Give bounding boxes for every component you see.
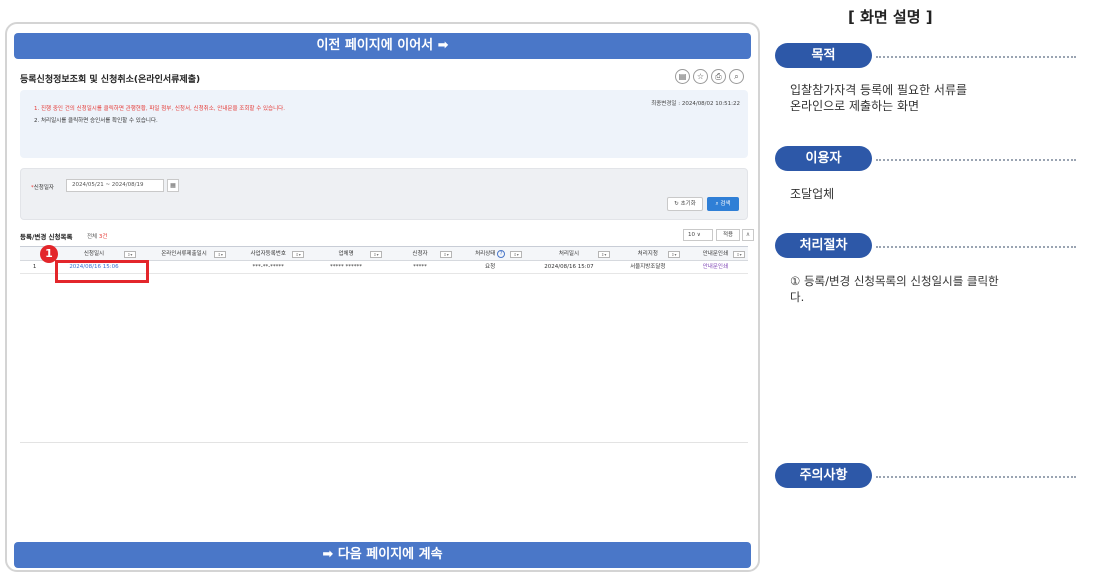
- application-grid: 신청일시 ⇕▾ 온라인서류제출일시 ⇕▾ 사업자등록번호 ⇕▾ 업체명 ⇕▾ 신청자 ⇕▾…: [20, 246, 748, 274]
- caution-label: 주의사항: [775, 463, 872, 488]
- grid-bottom-divider: [20, 442, 748, 443]
- date-label: *신청일자: [31, 185, 54, 191]
- collapse-icon[interactable]: ∧: [742, 229, 754, 241]
- search-button[interactable]: ⌕ 검색: [707, 197, 739, 211]
- col-header-bizno[interactable]: 사업자등록번호 ⇕▾: [229, 247, 307, 260]
- procedure-divider: [876, 246, 1076, 248]
- title-toolbar: ▤ ☆ ⎙ ⌕: [675, 69, 744, 84]
- col-header-company[interactable]: 업체명 ⇕▾: [307, 247, 385, 260]
- table-row: 1 2024/08/16 15:06 ***-**-***** ***** **…: [20, 261, 748, 274]
- zoom-icon[interactable]: ⌕: [729, 69, 744, 84]
- applicant-cell: *****: [413, 264, 427, 270]
- procedure-text: ① 등록/변경 신청목록의 신청일시를 클릭한 다.: [790, 274, 999, 304]
- purpose-label: 목적: [775, 43, 872, 68]
- company-cell: ***** ******: [330, 264, 363, 270]
- col-header-print[interactable]: 안내문인쇄 ⇕▾: [683, 247, 748, 260]
- list-count: 전체 3건: [87, 234, 108, 240]
- col-header-apply-datetime[interactable]: 신청일시 ⇕▾: [49, 247, 139, 260]
- row-number: 1: [32, 264, 37, 270]
- sort-icon[interactable]: ⇕▾: [510, 251, 523, 258]
- page-size-select[interactable]: 10 ∨: [683, 229, 713, 241]
- apply-datetime-link[interactable]: 2024/08/16 15:06: [49, 261, 139, 273]
- step-marker: 1: [40, 245, 58, 263]
- sort-icon[interactable]: ⇕▾: [123, 251, 136, 258]
- col-header-process-datetime[interactable]: 처리일시 ⇕▾: [525, 247, 613, 260]
- continue-to-next-banner: ➡ 다음 페이지에 계속: [14, 542, 751, 568]
- notice-box: 최종변경일 : 2024/08/02 10:51:22 1. 진행 중인 건의 …: [20, 90, 748, 158]
- notice-line-1: 1. 진행 중인 건의 신청일시를 클릭하면 관행현황, 파일 첨부, 신청서,…: [34, 106, 285, 112]
- continue-from-previous-banner: 이전 페이지에 이어서 ➡: [14, 33, 751, 59]
- col-header-office[interactable]: 처리지청 ⇕▾: [613, 247, 683, 260]
- sort-icon[interactable]: ⇕▾: [369, 251, 382, 258]
- print-notice-link[interactable]: 안내문인쇄: [683, 261, 748, 273]
- calendar-icon[interactable]: ▦: [167, 179, 179, 192]
- bizno-cell: ***-**-*****: [252, 264, 284, 270]
- last-modified: 최종변경일 : 2024/08/02 10:51:22: [651, 101, 740, 107]
- apply-button[interactable]: 적용: [716, 229, 740, 241]
- bookmark-icon[interactable]: ▤: [675, 69, 690, 84]
- help-icon[interactable]: ?: [497, 249, 506, 258]
- star-icon[interactable]: ☆: [693, 69, 708, 84]
- sort-icon[interactable]: ⇕▾: [667, 251, 680, 258]
- online-submit-datetime: [139, 261, 230, 273]
- list-title: 등록/변경 신청목록: [20, 233, 73, 241]
- col-header-status[interactable]: 처리상태 ? ⇕▾: [455, 247, 525, 260]
- user-divider: [876, 159, 1076, 161]
- page-title: 등록신청정보조회 및 신청취소(온라인서류제출): [20, 75, 201, 85]
- reset-button[interactable]: ↻ 초기화: [667, 197, 703, 211]
- search-panel: *신청일자 2024/05/21 ~ 2024/08/19 ▦ ↻ 초기화 ⌕ …: [20, 168, 748, 220]
- col-header-online-submit[interactable]: 온라인서류제출일시 ⇕▾: [139, 247, 230, 260]
- notice-line-2: 2. 처리일시를 클릭하면 승인서를 확인할 수 있습니다.: [34, 118, 158, 124]
- panel-title: [ 화면 설명 ]: [848, 8, 933, 26]
- sort-icon[interactable]: ⇕▾: [292, 251, 305, 258]
- caution-divider: [876, 476, 1076, 478]
- user-label: 이용자: [775, 146, 872, 171]
- print-icon[interactable]: ⎙: [711, 69, 726, 84]
- office-cell: 서울지방조달청: [630, 264, 666, 270]
- purpose-text: 입찰참가자격 등록에 필요한 서류를 온라인으로 제출하는 화면: [790, 83, 968, 113]
- procedure-label: 처리절차: [775, 233, 872, 258]
- sort-icon[interactable]: ⇕▾: [214, 251, 227, 258]
- grid-header: 신청일시 ⇕▾ 온라인서류제출일시 ⇕▾ 사업자등록번호 ⇕▾ 업체명 ⇕▾ 신청자 ⇕▾…: [20, 246, 748, 261]
- user-text: 조달업체: [790, 187, 835, 201]
- date-range-input[interactable]: 2024/05/21 ~ 2024/08/19: [66, 179, 164, 192]
- chevron-down-icon: ∨: [696, 232, 701, 238]
- col-header-applicant[interactable]: 신청자 ⇕▾: [385, 247, 455, 260]
- status-cell: 요청: [485, 264, 496, 270]
- sort-icon[interactable]: ⇕▾: [597, 251, 610, 258]
- screen-frame: 이전 페이지에 이어서 ➡ 등록신청정보조회 및 신청취소(온라인서류제출) ▤…: [5, 22, 760, 572]
- purpose-divider: [876, 56, 1076, 58]
- sort-icon[interactable]: ⇕▾: [733, 251, 746, 258]
- sort-icon[interactable]: ⇕▾: [440, 251, 453, 258]
- process-datetime-cell[interactable]: 2024/08/16 15:07: [525, 261, 613, 273]
